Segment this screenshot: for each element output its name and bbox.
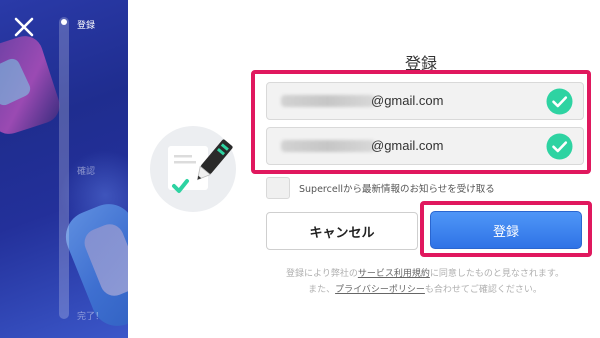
privacy-policy-link[interactable]: プライバシーポリシー	[335, 285, 425, 295]
check-icon	[546, 133, 573, 160]
newsletter-label: Supercellから最新情報のお知らせを受け取る	[299, 184, 495, 195]
step-register: 登録	[77, 21, 96, 31]
terms-line-2: また、プライバシーポリシーも合わせてご確認ください。	[266, 282, 584, 295]
step-complete: 完了！	[77, 312, 105, 322]
terms-of-service-link[interactable]: サービス利用規約	[358, 269, 430, 279]
newsletter-checkbox[interactable]	[266, 177, 290, 199]
progress-dot	[61, 19, 67, 25]
terms-line-1: 登録により弊社のサービス利用規約に同意したものと見なされます。	[266, 266, 584, 279]
redacted-email-user	[281, 95, 375, 107]
redacted-email-user	[281, 140, 375, 152]
terms-text: また、	[308, 285, 336, 295]
step-confirm: 確認	[77, 167, 96, 177]
progress-track	[59, 17, 69, 319]
email-domain: @gmail.com	[371, 93, 444, 108]
terms-text: 登録により弊社の	[286, 269, 358, 279]
terms-text: も合わせてご確認ください。	[424, 285, 542, 295]
terms-text: に同意したものと見なされます。	[429, 269, 564, 279]
email-domain: @gmail.com	[371, 138, 444, 153]
register-button[interactable]: 登録	[430, 211, 582, 249]
email-confirm-field[interactable]: @gmail.com	[266, 127, 584, 165]
cancel-button[interactable]: キャンセル	[266, 212, 418, 250]
side-artwork-panel: 登録 確認 完了！	[0, 0, 128, 338]
close-icon[interactable]	[13, 16, 35, 38]
email-field[interactable]: @gmail.com	[266, 82, 584, 120]
check-icon	[546, 88, 573, 115]
document-pen-illustration	[150, 126, 236, 212]
